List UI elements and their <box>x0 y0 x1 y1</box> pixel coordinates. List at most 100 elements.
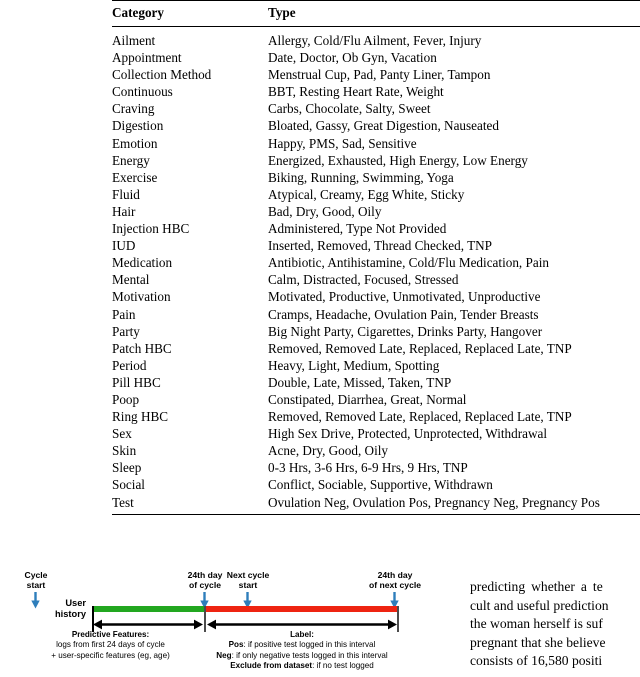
spacer-cell <box>268 511 640 515</box>
table-row: Motivation Motivated, Productive, Unmotiv… <box>112 288 640 305</box>
column-header-type: Type <box>268 5 296 20</box>
cell-category: Pill HBC <box>112 374 161 390</box>
table-row: Sleep 0-3 Hrs, 3-6 Hrs, 6-9 Hrs, 9 Hrs, T… <box>112 459 640 476</box>
cell-category: Continuous <box>112 84 173 100</box>
cell-type: Big Night Party, Cigarettes, Drinks Part… <box>268 323 543 339</box>
cell-type: Inserted, Removed, Thread Checked, TNP <box>268 238 493 254</box>
cell-type: BBT, Resting Heart Rate, Weight <box>268 84 444 100</box>
cell-type: High Sex Drive, Protected, Unprotected, … <box>268 426 548 442</box>
cell-type: Energized, Exhausted, High Energy, Low E… <box>268 152 528 168</box>
table-row: Social Conflict, Sociable, Supportive, Wi… <box>112 476 640 493</box>
cell-type: 0-3 Hrs, 3-6 Hrs, 6-9 Hrs, 9 Hrs, TNP <box>268 460 468 476</box>
cell-category: Collection Method <box>112 67 212 83</box>
cell-type: Ovulation Neg, Ovulation Pos, Pregnancy … <box>268 494 600 510</box>
label-legend-exclude-line: Exclude from dataset: if no test logged <box>202 661 402 671</box>
cell-type: Constipated, Diarrhea, Great, Normal <box>268 391 467 407</box>
table-row: Period Heavy, Light, Medium, Spotting <box>112 357 640 374</box>
body-text-line: cult and useful prediction <box>470 597 609 613</box>
cell-type: Menstrual Cup, Pad, Panty Liner, Tampon <box>268 67 491 83</box>
marker-3-line1: 24th day <box>377 570 413 580</box>
cell-type: Acne, Dry, Good, Oily <box>268 443 389 459</box>
table-header-row: Category Type <box>112 0 640 27</box>
predictive-features-span-arrow <box>93 619 203 630</box>
table-row: Hair Bad, Dry, Good, Oily <box>112 203 640 220</box>
category-type-table-region: Category Type Ailment Allergy, Cold/Flu A… <box>112 0 640 515</box>
table-row: Test Ovulation Neg, Ovulation Pos, Pregna… <box>112 494 640 511</box>
category-type-table: Category Type Ailment Allergy, Cold/Flu A… <box>112 0 640 515</box>
label-legend-pos-key: Pos <box>228 640 244 650</box>
table-row: Skin Acne, Dry, Good, Oily <box>112 442 640 459</box>
body-text-line: the woman herself is suf <box>470 616 603 632</box>
label-legend-neg-text: : if only negative tests logged in this … <box>231 650 388 660</box>
cell-category: Motivation <box>112 289 171 305</box>
table-row: Digestion Bloated, Gassy, Great Digestion… <box>112 117 640 134</box>
cell-category: Digestion <box>112 118 164 134</box>
cycle-timeline-figure: Cycle start 24th day of cycle Next cycle… <box>0 566 440 677</box>
cell-type: Happy, PMS, Sad, Sensitive <box>268 135 417 151</box>
predictive-features-line1: logs from first 24 days of cycle <box>56 640 165 650</box>
cell-type: Carbs, Chocolate, Salty, Sweet <box>268 101 431 117</box>
label-legend-neg-line: Neg: if only negative tests logged in th… <box>202 651 402 661</box>
marker-caption-24th-day-of-next-cycle: 24th day of next cycle <box>355 570 435 590</box>
table-body: Ailment Allergy, Cold/Flu Ailment, Fever,… <box>112 26 640 515</box>
table-row: Mental Calm, Distracted, Focused, Stresse… <box>112 271 640 288</box>
label-legend-exclude-key: Exclude from dataset <box>230 661 313 671</box>
marker-3-line2: of next cycle <box>368 580 422 591</box>
table-row: Medication Antibiotic, Antihistamine, Col… <box>112 254 640 271</box>
table-row: Patch HBC Removed, Removed Late, Replaced… <box>112 340 640 357</box>
column-header-category: Category <box>112 5 164 20</box>
table-row: Pill HBC Double, Late, Missed, Taken, TNP <box>112 374 640 391</box>
label-legend-pos-line: Pos: if positive test logged in this int… <box>202 640 402 650</box>
cell-category: Skin <box>112 443 137 459</box>
body-text-line: consists of 16,580 positi <box>470 653 603 669</box>
table-row: Appointment Date, Doctor, Ob Gyn, Vacatio… <box>112 49 640 66</box>
table-row: Sex High Sex Drive, Protected, Unprotecte… <box>112 425 640 442</box>
marker-2-line1: Next cycle <box>226 570 270 580</box>
table-row: Pain Cramps, Headache, Ovulation Pain, Te… <box>112 306 640 323</box>
cell-type: Calm, Distracted, Focused, Stressed <box>268 272 459 288</box>
table-row: Injection HBC Administered, Type Not Prov… <box>112 220 640 237</box>
cell-category: Pain <box>112 306 136 322</box>
body-text-line: predicting whether a te <box>470 579 603 594</box>
cell-category: Exercise <box>112 169 158 185</box>
cell-category: Fluid <box>112 186 140 202</box>
cell-type: Heavy, Light, Medium, Spotting <box>268 357 440 373</box>
cell-type: Allergy, Cold/Flu Ailment, Fever, Injury <box>268 33 482 48</box>
cell-type: Date, Doctor, Ob Gyn, Vacation <box>268 50 437 66</box>
body-text-column: predicting whether a te cult and useful p… <box>470 578 640 677</box>
marker-caption-next-cycle-start: Next cycle start <box>215 570 281 590</box>
predictive-features-bar <box>93 606 205 612</box>
table-row: Ring HBC Removed, Removed Late, Replaced,… <box>112 408 640 425</box>
table-row: Fluid Atypical, Creamy, Egg White, Sticky <box>112 186 640 203</box>
cell-category: Test <box>112 494 134 510</box>
label-legend-pos-text: : if positive test logged in this interv… <box>243 640 376 650</box>
table-row: Collection Method Menstrual Cup, Pad, Pan… <box>112 66 640 83</box>
cell-category: Emotion <box>112 135 158 151</box>
tick-cycle-boundary <box>204 606 206 632</box>
cell-type: Bloated, Gassy, Great Digestion, Nauseat… <box>268 118 499 134</box>
axis-label-line2: history <box>55 609 86 620</box>
cell-type: Administered, Type Not Provided <box>268 221 447 237</box>
label-legend: Label: Pos: if positive test logged in t… <box>202 630 402 672</box>
table-row: Craving Carbs, Chocolate, Salty, Sweet <box>112 100 640 117</box>
spacer-cell <box>112 511 268 515</box>
cell-category: Period <box>112 357 147 373</box>
axis-label-user-history: User history <box>0 598 86 621</box>
table-row: Energy Energized, Exhausted, High Energy,… <box>112 152 640 169</box>
table-row: Party Big Night Party, Cigarettes, Drinks… <box>112 323 640 340</box>
cell-type: Motivated, Productive, Unmotivated, Unpr… <box>268 289 541 305</box>
cell-category: Injection HBC <box>112 221 190 237</box>
cell-type: Conflict, Sociable, Supportive, Withdraw… <box>268 477 493 493</box>
cell-category: Ailment <box>112 33 156 48</box>
marker-2-line2: start <box>238 580 258 591</box>
cell-category: IUD <box>112 238 136 254</box>
predictive-features-title: Predictive Features: <box>71 630 150 639</box>
cell-category: Sleep <box>112 460 142 476</box>
table-row: IUD Inserted, Removed, Thread Checked, TN… <box>112 237 640 254</box>
cell-type: Double, Late, Missed, Taken, TNP <box>268 374 452 390</box>
cell-category: Craving <box>112 101 155 117</box>
cell-category: Social <box>112 477 145 493</box>
cell-type: Removed, Removed Late, Replaced, Replace… <box>268 340 572 356</box>
tick-end-of-label-interval <box>397 606 399 632</box>
table-row: Poop Constipated, Diarrhea, Great, Normal <box>112 391 640 408</box>
